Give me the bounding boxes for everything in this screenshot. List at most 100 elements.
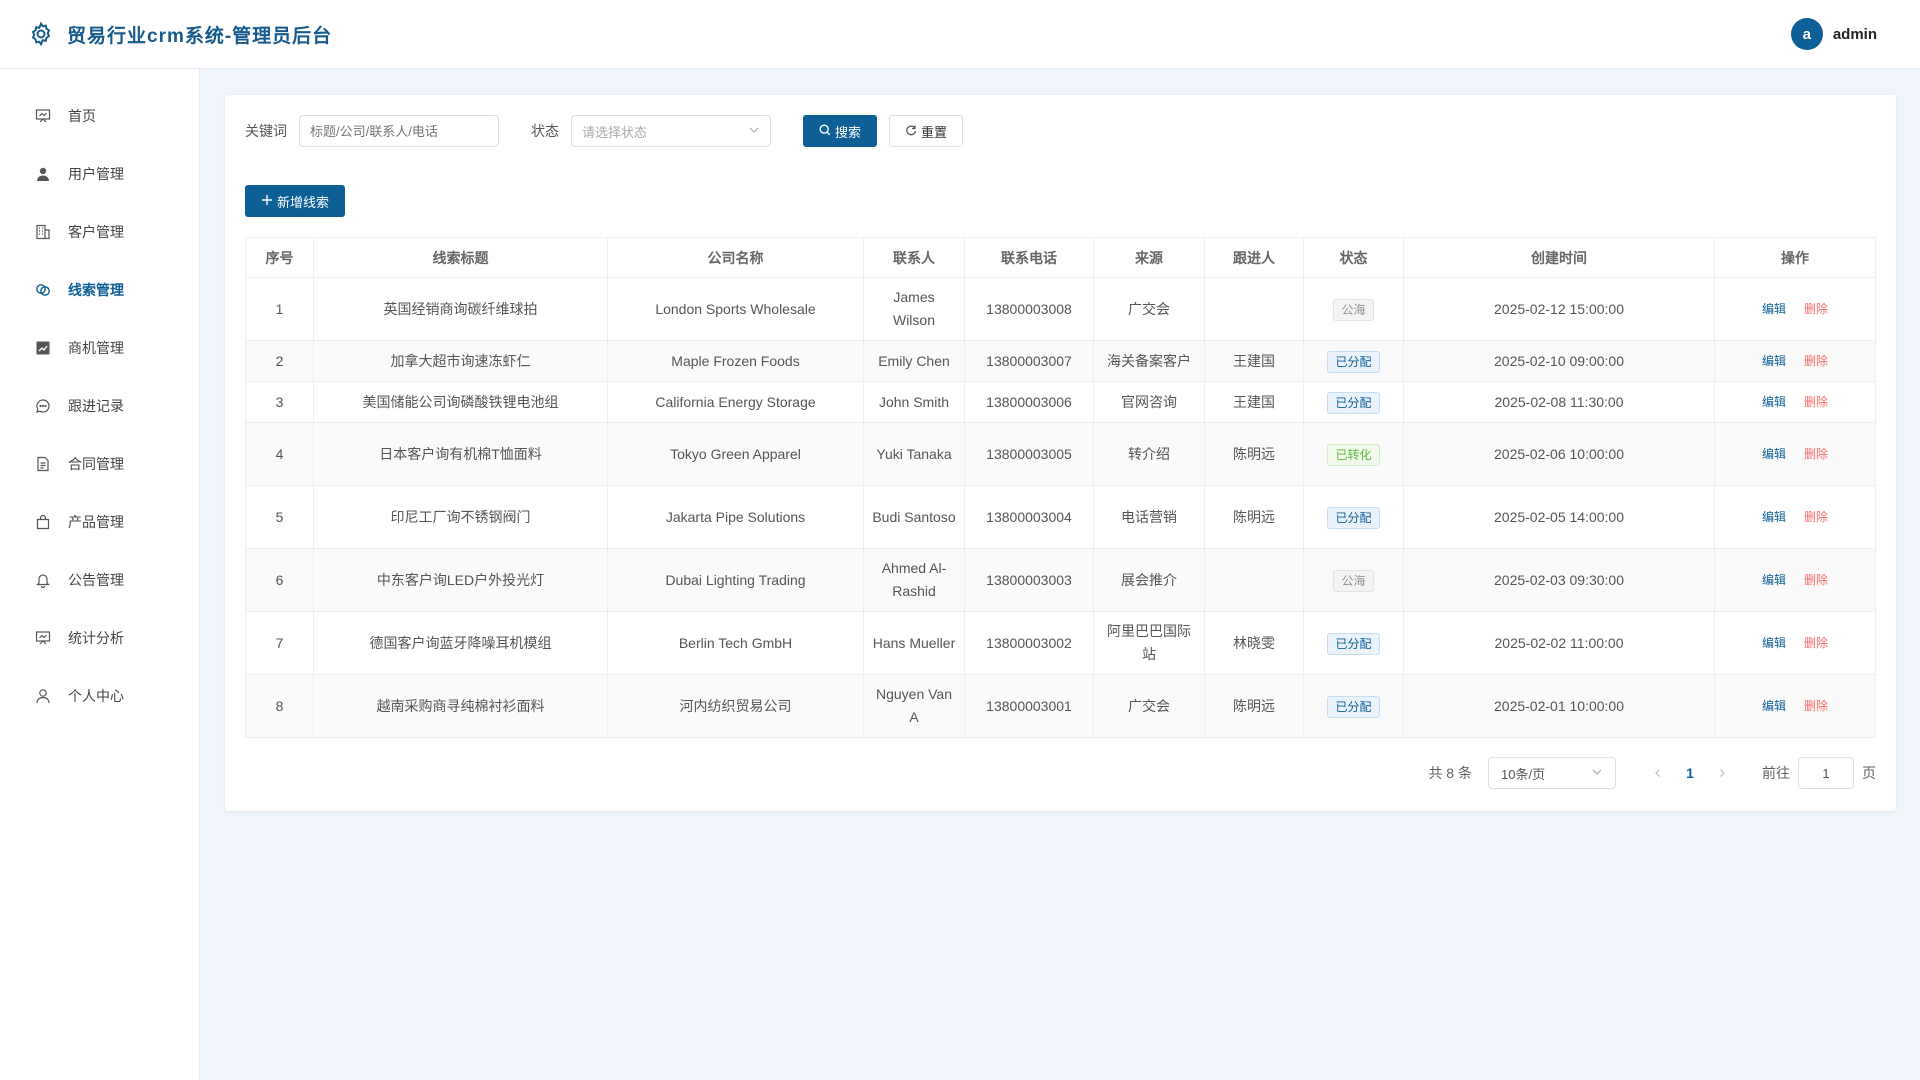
search-button[interactable]: 搜索 (803, 115, 878, 147)
sidebar-item-label: 首页 (68, 108, 96, 124)
next-page-button[interactable] (1706, 757, 1738, 789)
edit-button[interactable]: 编辑 (1762, 447, 1786, 461)
sidebar-item-7[interactable]: 产品管理 (0, 493, 199, 551)
table-row: 7 德国客户询蓝牙降噪耳机模组 Berlin Tech GmbH Hans Muell… (245, 611, 1876, 675)
cell-no: 1 (245, 277, 314, 341)
reset-button[interactable]: 重置 (889, 115, 964, 147)
column-header: 来源 (1093, 237, 1205, 278)
page-number-current[interactable]: 1 (1674, 757, 1706, 789)
table-header: 序号 线索标题 公司名称 联系人 联系电话 来源 跟进人 状态 创建时间 操作 (245, 237, 1876, 278)
cell-title: 德国客户询蓝牙降噪耳机模组 (313, 611, 608, 675)
delete-button[interactable]: 删除 (1804, 447, 1828, 461)
cell-owner (1204, 548, 1304, 612)
cell-phone: 13800003003 (964, 548, 1094, 612)
cell-created: 2025-02-06 10:00:00 (1403, 422, 1715, 486)
delete-button[interactable]: 删除 (1804, 699, 1828, 713)
cell-owner: 陈明远 (1204, 674, 1304, 738)
chevron-down-icon (1591, 766, 1603, 781)
status-select[interactable]: 请选择状态 (571, 115, 771, 147)
column-header: 序号 (245, 237, 314, 278)
edit-button[interactable]: 编辑 (1762, 573, 1786, 587)
chevron-right-icon (1720, 769, 1725, 777)
sidebar-item-6[interactable]: 合同管理 (0, 435, 199, 493)
delete-button[interactable]: 删除 (1804, 510, 1828, 524)
sidebar-item-0[interactable]: 首页 (0, 87, 199, 145)
user-icon (34, 165, 52, 183)
sidebar-item-label: 公告管理 (68, 572, 124, 588)
edit-button[interactable]: 编辑 (1762, 699, 1786, 713)
chevron-left-icon (1655, 769, 1660, 777)
cell-created: 2025-02-01 10:00:00 (1403, 674, 1715, 738)
edit-button[interactable]: 编辑 (1762, 302, 1786, 316)
sidebar-item-label: 合同管理 (68, 456, 124, 472)
edit-button[interactable]: 编辑 (1762, 510, 1786, 524)
column-header: 联系人 (863, 237, 965, 278)
cell-phone: 13800003002 (964, 611, 1094, 675)
username[interactable]: admin (1833, 26, 1877, 43)
sidebar-item-label: 线索管理 (68, 282, 124, 298)
cell-source: 展会推介 (1093, 548, 1205, 612)
edit-button[interactable]: 编辑 (1762, 354, 1786, 368)
table-body: 1 英国经销商询碳纤维球拍 London Sports Wholesale James… (245, 277, 1876, 738)
sidebar-item-5[interactable]: 跟进记录 (0, 377, 199, 435)
cell-actions: 编辑 删除 (1714, 277, 1876, 341)
keyword-input[interactable] (299, 115, 499, 147)
cell-status: 已分配 (1303, 674, 1404, 738)
cell-source: 海关备案客户 (1093, 340, 1205, 382)
cell-owner: 陈明远 (1204, 422, 1304, 486)
column-header: 操作 (1714, 237, 1876, 278)
goto-page-input[interactable] (1798, 757, 1854, 789)
cell-no: 6 (245, 548, 314, 612)
add-lead-button-label: 新增线索 (277, 194, 330, 210)
cell-status: 已分配 (1303, 381, 1404, 423)
cell-contact: James Wilson (863, 277, 965, 341)
cell-created: 2025-02-03 09:30:00 (1403, 548, 1715, 612)
column-header: 跟进人 (1204, 237, 1304, 278)
sidebar-item-1[interactable]: 用户管理 (0, 145, 199, 203)
cell-actions: 编辑 删除 (1714, 611, 1876, 675)
add-lead-button[interactable]: 新增线索 (245, 185, 346, 217)
edit-button[interactable]: 编辑 (1762, 636, 1786, 650)
cell-actions: 编辑 删除 (1714, 381, 1876, 423)
link-icon (34, 281, 52, 299)
sidebar-item-2[interactable]: 客户管理 (0, 203, 199, 261)
sidebar-item-8[interactable]: 公告管理 (0, 551, 199, 609)
table-row: 1 英国经销商询碳纤维球拍 London Sports Wholesale James… (245, 277, 1876, 341)
table-row: 6 中东客户询LED户外投光灯 Dubai Lighting Trading Ahme… (245, 548, 1876, 612)
delete-button[interactable]: 删除 (1804, 354, 1828, 368)
cell-no: 3 (245, 381, 314, 423)
column-header: 线索标题 (313, 237, 608, 278)
building-icon (34, 223, 52, 241)
bell-icon (34, 571, 52, 589)
status-select-placeholder: 请选择状态 (582, 124, 648, 140)
delete-button[interactable]: 删除 (1804, 573, 1828, 587)
edit-button[interactable]: 编辑 (1762, 395, 1786, 409)
table-row: 8 越南采购商寻纯棉衬衫面料 河内纺织贸易公司 Nguyen Van A 1380000… (245, 674, 1876, 738)
cell-title: 加拿大超市询速冻虾仁 (313, 340, 608, 382)
prev-page-button[interactable] (1642, 757, 1674, 789)
sidebar-item-3[interactable]: 线索管理 (0, 261, 199, 319)
cell-source: 阿里巴巴国际站 (1093, 611, 1205, 675)
delete-button[interactable]: 删除 (1804, 636, 1828, 650)
sidebar-item-label: 个人中心 (68, 688, 124, 704)
sidebar-item-10[interactable]: 个人中心 (0, 667, 199, 725)
avatar[interactable]: a (1790, 18, 1823, 50)
cell-contact: Yuki Tanaka (863, 422, 965, 486)
delete-button[interactable]: 删除 (1804, 302, 1828, 316)
delete-button[interactable]: 删除 (1804, 395, 1828, 409)
cell-title: 越南采购商寻纯棉衬衫面料 (313, 674, 608, 738)
gear-icon (27, 20, 55, 48)
user-menu[interactable]: a admin (1790, 18, 1877, 50)
cell-company: California Energy Storage (607, 381, 864, 423)
sidebar-item-9[interactable]: 统计分析 (0, 609, 199, 667)
cell-no: 4 (245, 422, 314, 486)
cell-created: 2025-02-05 14:00:00 (1403, 485, 1715, 549)
cell-company: Dubai Lighting Trading (607, 548, 864, 612)
status-badge: 已分配 (1327, 632, 1380, 655)
page-size-select[interactable]: 10条/页 (1488, 757, 1616, 789)
status-badge: 已分配 (1327, 506, 1380, 529)
cell-status: 已分配 (1303, 485, 1404, 549)
table-row: 2 加拿大超市询速冻虾仁 Maple Frozen Foods Emily Chen 1… (245, 340, 1876, 382)
cell-owner: 陈明远 (1204, 485, 1304, 549)
sidebar-item-4[interactable]: 商机管理 (0, 319, 199, 377)
